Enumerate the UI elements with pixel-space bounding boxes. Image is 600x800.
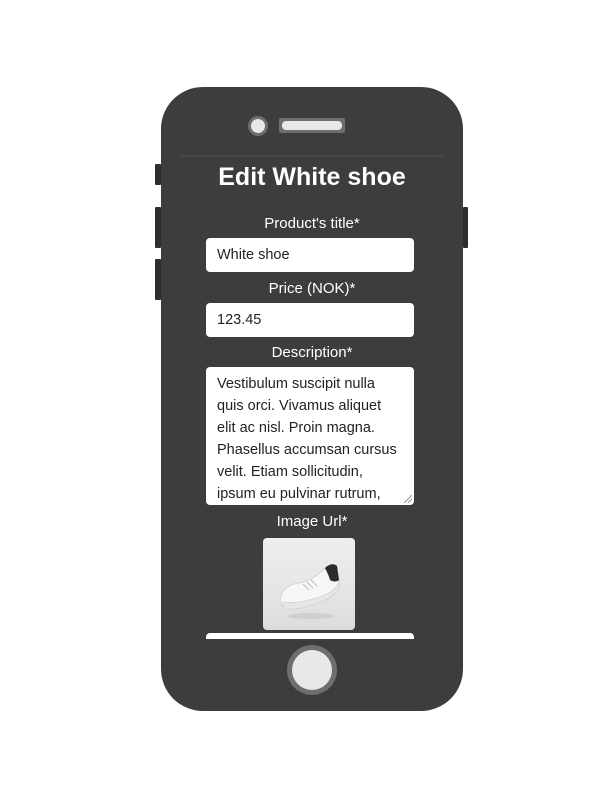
description-text: Vestibulum suscipit nulla quis orci. Viv… [217,376,397,502]
description-label: Description* [271,344,353,361]
product-image-preview [263,538,355,630]
description-textarea[interactable]: Vestibulum suscipit nulla quis orci. Viv… [206,367,414,505]
phone-screen[interactable]: Edit White shoe Product's title* White s… [181,157,443,639]
phone-speaker-icon [279,118,345,133]
phone-camera-icon [248,116,268,136]
product-title-label: Product's title* [264,215,360,232]
price-input[interactable]: 123.45 [206,303,414,337]
image-url-input[interactable] [206,633,414,639]
image-url-label: Image Url* [276,513,348,530]
phone-power-button [463,207,468,248]
product-title-input[interactable]: White shoe [206,238,414,272]
white-sneaker-icon [279,564,341,619]
price-label: Price (NOK)* [268,280,356,297]
phone-home-button[interactable] [287,645,337,695]
resize-grip-icon[interactable] [404,495,412,503]
page-title: Edit White shoe [218,163,406,191]
